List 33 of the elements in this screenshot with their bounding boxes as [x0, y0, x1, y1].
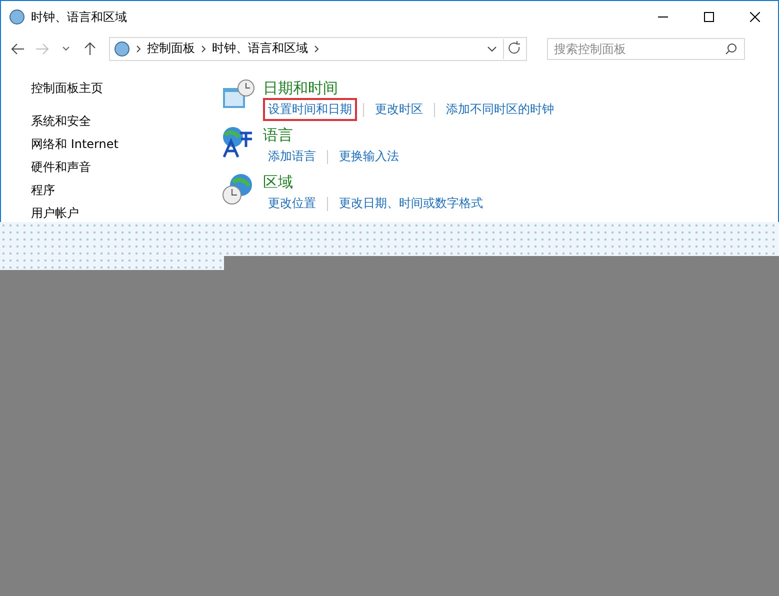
breadcrumb[interactable]: 时钟、语言和区域: [212, 40, 308, 57]
search-icon: [725, 42, 737, 54]
sidebar-link[interactable]: 系统和安全: [31, 113, 221, 130]
close-icon: [750, 12, 760, 22]
control-panel-icon: [9, 9, 25, 25]
category-title[interactable]: 日期和时间: [263, 79, 338, 97]
sidebar-link[interactable]: 用户帐户: [31, 205, 221, 222]
chevron-icon: [201, 44, 206, 52]
caret-icon: [62, 46, 70, 52]
sidebar-home-link[interactable]: 控制面板主页: [31, 80, 221, 97]
task-link[interactable]: 更换输入法: [334, 145, 404, 168]
search-field[interactable]: 搜索控制面板: [547, 38, 745, 60]
task-link[interactable]: 更改日期、时间或数字格式: [334, 192, 488, 215]
chevron-icon: [314, 44, 319, 52]
task-link[interactable]: 添加语言: [263, 145, 321, 168]
sidebar-link[interactable]: 硬件和声音: [31, 159, 221, 176]
globe-letter-icon: [221, 125, 255, 159]
breadcrumb[interactable]: 控制面板: [147, 40, 195, 57]
address-bar[interactable]: 控制面板 时钟、语言和区域: [109, 36, 527, 60]
control-panel-icon: [114, 40, 130, 56]
task-link[interactable]: 添加不同时区的时钟: [441, 98, 559, 121]
sidebar-link[interactable]: 网络和 Internet: [31, 136, 221, 153]
maximize-icon: [704, 12, 714, 22]
category-title[interactable]: 区域: [263, 173, 293, 191]
window-title: 时钟、语言和区域: [31, 8, 128, 26]
chevron-icon: [136, 44, 141, 52]
task-link[interactable]: 更改位置: [263, 192, 321, 215]
task-link[interactable]: 更改时区: [370, 98, 428, 121]
highlighted-link[interactable]: 设置时间和日期: [263, 98, 357, 121]
category-title[interactable]: 语言: [263, 126, 293, 144]
globe-clock-icon: [221, 172, 255, 206]
dropdown-caret-icon[interactable]: [487, 46, 497, 52]
sidebar-link[interactable]: 程序: [31, 182, 221, 199]
